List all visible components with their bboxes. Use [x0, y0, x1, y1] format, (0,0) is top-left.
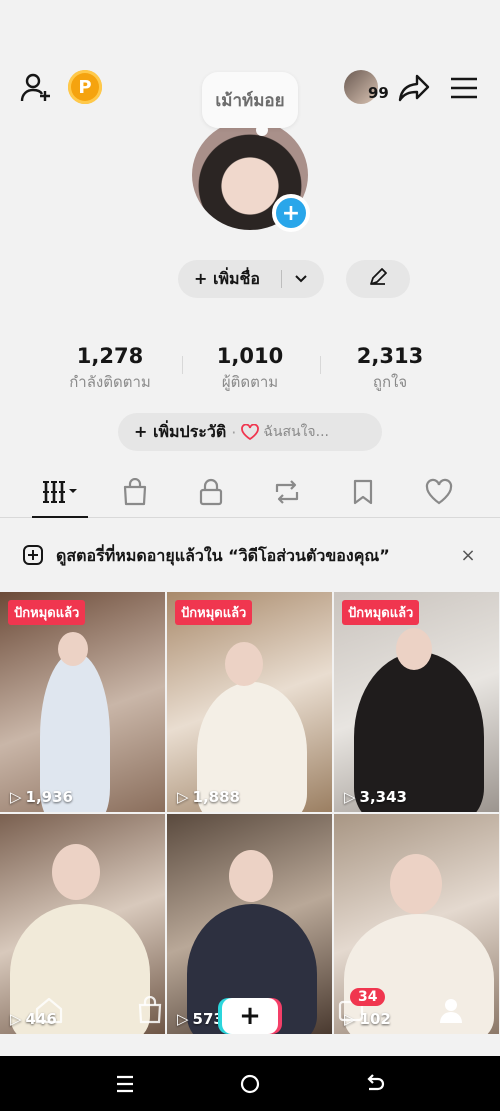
shopping-bag-icon [137, 995, 163, 1027]
pencil-icon [368, 267, 388, 291]
video-grid: ปักหมุดแล้ว ▷ 1,936 ปักหมุดแล้ว ▷ 1,888 ปั… [0, 592, 500, 1052]
nav-home[interactable] [4, 990, 94, 1054]
video-figure-head [225, 642, 263, 686]
add-name-label: + เพิ่มชื่อ [194, 268, 261, 288]
add-friend-icon[interactable] [16, 68, 56, 108]
profile-tabs [0, 470, 500, 518]
close-icon[interactable]: × [456, 540, 480, 570]
add-avatar-icon[interactable]: + [272, 194, 310, 232]
video-thumbnail[interactable]: ปักหมุดแล้ว ▷ 1,888 [167, 592, 332, 812]
tab-private[interactable] [189, 476, 233, 512]
recent-apps-icon[interactable] [110, 1070, 140, 1098]
pinned-badge: ปักหมุดแล้ว [8, 600, 86, 625]
story-plus-icon [22, 544, 44, 570]
add-bio-label: + เพิ่มประวัติ [134, 421, 227, 441]
coin-icon[interactable]: P [68, 70, 102, 104]
following-label: กำลังติดตาม [69, 373, 151, 391]
note-bubble[interactable]: เม้าท์มอย [202, 72, 298, 136]
active-tab-indicator [32, 516, 88, 518]
inbox-badge: 34 [350, 988, 386, 1006]
play-icon: ▷ [10, 788, 22, 806]
home-icon [34, 996, 64, 1027]
nav-profile[interactable] [406, 990, 496, 1054]
pinned-badge: ปักหมุดแล้ว [175, 600, 253, 625]
back-icon[interactable] [360, 1070, 390, 1098]
heart-outline-icon [241, 424, 260, 440]
view-count-value: 1,936 [25, 788, 73, 806]
grid-icon [40, 478, 80, 510]
add-bio-button[interactable]: + เพิ่มประวัติ · ฉันสนใจ... [118, 413, 382, 451]
notice-text: ดูสตอรี่ที่หมดอายุแล้วใน “วิดีโอส่วนตัวข… [56, 546, 390, 565]
bottom-nav: + 34 [0, 988, 500, 1054]
stat-likes[interactable]: 2,313 ถูกใจ [325, 344, 455, 394]
play-icon: ▷ [177, 788, 189, 806]
stat-following[interactable]: 1,278 กำลังติดตาม [45, 344, 175, 394]
divider [281, 270, 282, 288]
nav-shop[interactable] [104, 990, 194, 1054]
heart-icon [424, 478, 454, 510]
repost-icon [272, 478, 302, 510]
menu-icon[interactable] [444, 68, 484, 108]
followers-count: 1,010 [216, 344, 284, 368]
video-figure-head [52, 844, 100, 900]
play-icon: ▷ [344, 788, 356, 806]
video-figure-head [396, 628, 432, 670]
following-count: 1,278 [76, 344, 144, 368]
video-figure-head [229, 850, 273, 902]
stat-followers[interactable]: 1,010 ผู้ติดตาม [185, 344, 315, 394]
video-figure-head [390, 854, 442, 914]
bookmark-icon [351, 478, 375, 510]
view-count: ▷ 1,936 [10, 788, 73, 806]
chevron-down-icon[interactable] [294, 268, 308, 290]
tab-liked[interactable] [417, 476, 461, 512]
video-thumbnail[interactable]: ปักหมุดแล้ว ▷ 3,343 [334, 592, 499, 812]
expired-stories-notice[interactable]: ดูสตอรี่ที่หมดอายุแล้วใน “วิดีโอส่วนตัวข… [0, 540, 500, 570]
view-count: ▷ 1,888 [177, 788, 240, 806]
interest-text: ฉันสนใจ... [263, 424, 329, 440]
tab-videos[interactable] [38, 476, 82, 512]
separator-dot: · [231, 422, 237, 442]
account-count: 99 [368, 84, 389, 102]
tab-shop[interactable] [113, 476, 157, 512]
tab-reposts[interactable] [265, 476, 309, 512]
add-name-button[interactable]: + เพิ่มชื่อ [178, 260, 324, 298]
likes-count: 2,313 [356, 344, 424, 368]
edit-profile-button[interactable] [346, 260, 410, 298]
video-figure-head [58, 632, 88, 666]
home-circle-icon[interactable] [235, 1070, 265, 1098]
view-count-value: 3,343 [359, 788, 407, 806]
pinned-badge: ปักหมุดแล้ว [342, 600, 420, 625]
video-thumbnail[interactable]: ปักหมุดแล้ว ▷ 1,936 [0, 592, 165, 812]
tab-favorites[interactable] [341, 476, 385, 512]
coin-letter: P [78, 76, 92, 98]
system-nav-bar [0, 1056, 500, 1111]
divider [182, 356, 183, 374]
view-count-value: 1,888 [192, 788, 240, 806]
divider [320, 356, 321, 374]
note-text: เม้าท์มอย [215, 90, 285, 111]
followers-label: ผู้ติดตาม [221, 373, 279, 391]
share-icon[interactable] [394, 68, 434, 108]
profile-icon [438, 996, 464, 1027]
shopping-bag-icon [121, 477, 149, 510]
create-button[interactable]: + [222, 998, 278, 1034]
lock-icon [198, 478, 224, 510]
view-count: ▷ 3,343 [344, 788, 407, 806]
likes-label: ถูกใจ [372, 373, 408, 391]
